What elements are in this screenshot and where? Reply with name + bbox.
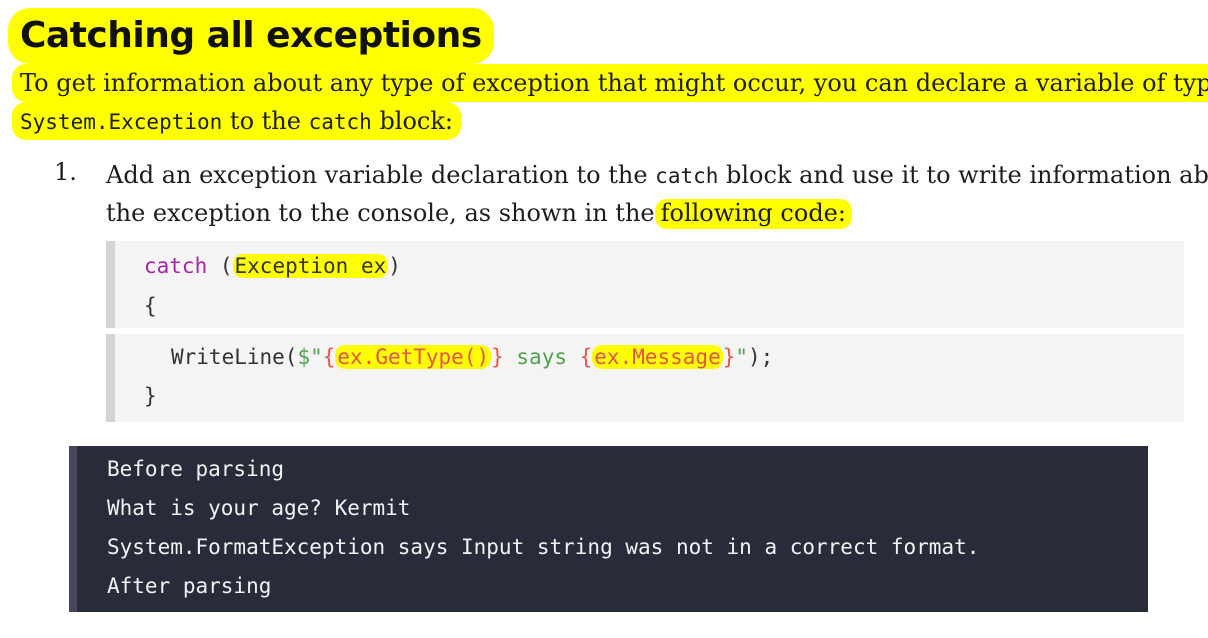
code-interp-brace: }: [722, 345, 736, 369]
code-token: (: [207, 254, 233, 278]
code-token: WriteLine(: [171, 345, 298, 369]
console-line: After parsing: [107, 574, 272, 598]
console-line: Before parsing: [107, 457, 285, 481]
code-string: $": [297, 345, 323, 369]
step-text: block and use it to write information ab…: [718, 161, 1208, 189]
intro-text: to the: [222, 107, 309, 135]
console-output: Before parsing What is your age? Kermit …: [69, 446, 1148, 612]
code-interp-brace: {: [579, 345, 593, 369]
step-number: 1.: [54, 158, 77, 186]
console-line: System.FormatException says Input string…: [107, 535, 980, 559]
code-string: says: [503, 345, 580, 369]
intro-line-2: System.Exception to the catch block:: [12, 102, 461, 140]
code-highlight: ex.Message: [592, 345, 723, 369]
code-highlight: ex.GetType(): [335, 345, 492, 369]
code-string: ": [735, 345, 749, 369]
intro-text: block:: [371, 107, 453, 135]
inline-code-system-exception: System.Exception: [20, 110, 223, 134]
code-block: WriteLine($"{ex.GetType()} says {ex.Mess…: [106, 334, 1184, 422]
code-line: catch (Exception ex): [144, 250, 401, 282]
console-line: What is your age? Kermit: [107, 496, 411, 520]
step-line-2: the exception to the console, as shown i…: [106, 195, 852, 231]
code-interp-brace: {: [322, 345, 336, 369]
intro-line-1: To get information about any type of exc…: [12, 64, 1208, 102]
step-highlight: following code:: [654, 199, 852, 229]
code-block: catch (Exception ex) {: [106, 241, 1184, 328]
step-text: Add an exception variable declaration to…: [106, 161, 656, 189]
code-highlight: Exception ex: [232, 254, 389, 278]
page-heading: Catching all exceptions: [8, 8, 494, 64]
code-line: }: [144, 384, 157, 408]
code-line: {: [144, 294, 157, 318]
code-line: WriteLine($"{ex.GetType()} says {ex.Mess…: [171, 341, 773, 373]
inline-code-catch: catch: [308, 110, 372, 134]
inline-code-catch: catch: [655, 164, 719, 188]
code-token: );: [748, 345, 774, 369]
code-interp-brace: }: [491, 345, 504, 369]
code-keyword: catch: [144, 254, 208, 278]
step-line-1: Add an exception variable declaration to…: [106, 157, 1208, 194]
code-token: ): [388, 254, 401, 278]
step-text: the exception to the console, as shown i…: [106, 199, 655, 227]
